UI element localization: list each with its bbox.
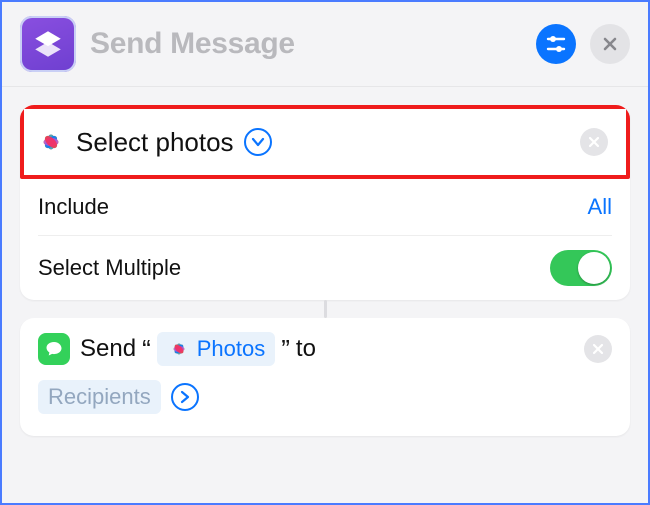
- toggle-knob: [578, 252, 610, 284]
- speech-bubble-icon: [45, 340, 63, 358]
- include-value: All: [588, 194, 612, 220]
- layers-icon: [31, 27, 65, 61]
- photos-variable-token[interactable]: Photos: [157, 332, 276, 366]
- remove-action-button[interactable]: [584, 335, 612, 363]
- send-to-label: to: [296, 335, 316, 363]
- expand-parameters-button[interactable]: [244, 128, 272, 156]
- messages-app-icon: [38, 333, 70, 365]
- select-multiple-toggle[interactable]: [550, 250, 612, 286]
- sliders-icon: [544, 32, 568, 56]
- select-multiple-row: Select Multiple: [20, 236, 630, 300]
- photos-token-label: Photos: [197, 336, 266, 362]
- include-row[interactable]: Include All: [20, 179, 630, 235]
- select-photos-action-card: Select photos: [20, 105, 630, 300]
- chevron-down-icon: [251, 135, 265, 149]
- action-stack: Select photos: [2, 87, 648, 503]
- send-message-row[interactable]: Send “: [38, 332, 612, 366]
- include-label: Include: [38, 194, 109, 220]
- close-icon: [602, 36, 618, 52]
- photos-app-icon: [34, 125, 68, 159]
- expand-send-parameters-button[interactable]: [171, 383, 199, 411]
- shortcut-app-icon: [20, 16, 76, 72]
- settings-button[interactable]: [536, 24, 576, 64]
- close-quote: ”: [281, 334, 290, 365]
- open-quote: “: [142, 334, 151, 365]
- photos-app-icon: [167, 337, 191, 361]
- highlight-annotation: Select photos: [20, 105, 630, 179]
- recipients-token-label: Recipients: [48, 384, 151, 410]
- action-connector: [20, 300, 630, 318]
- header: Send Message: [2, 2, 648, 87]
- remove-action-button[interactable]: [580, 128, 608, 156]
- shortcut-editor: Send Message: [0, 0, 650, 505]
- close-icon: [592, 343, 604, 355]
- chevron-right-icon: [178, 390, 192, 404]
- select-multiple-label: Select Multiple: [38, 255, 181, 281]
- send-message-action-card: Send “: [20, 318, 630, 436]
- close-button[interactable]: [590, 24, 630, 64]
- select-photos-row[interactable]: Select photos: [24, 109, 626, 175]
- select-photos-label: Select photos: [76, 127, 234, 158]
- close-icon: [588, 136, 600, 148]
- shortcut-title[interactable]: Send Message: [90, 27, 522, 61]
- recipients-placeholder-token[interactable]: Recipients: [38, 380, 161, 414]
- send-prefix: Send: [80, 335, 136, 363]
